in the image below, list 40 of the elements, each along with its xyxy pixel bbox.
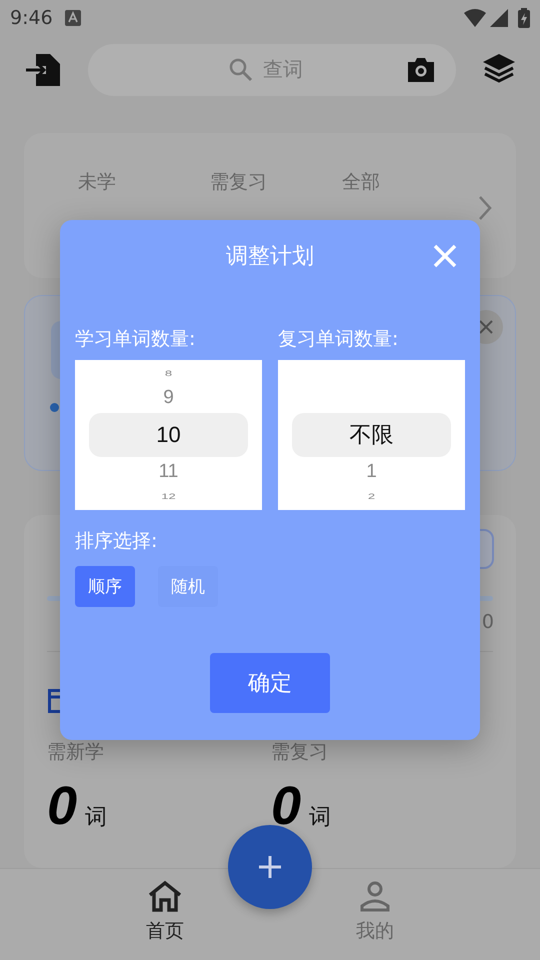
keyboard-icon bbox=[64, 10, 81, 26]
unit-label: 词 bbox=[85, 804, 108, 832]
battery-icon bbox=[518, 8, 530, 28]
status-time: 9:46 bbox=[10, 6, 53, 29]
search-placeholder: 查词 bbox=[263, 56, 303, 84]
file-import-icon[interactable] bbox=[26, 52, 62, 88]
dialog-title: 调整计划 bbox=[226, 243, 314, 271]
word-count: 0 bbox=[271, 775, 302, 838]
camera-icon[interactable] bbox=[406, 56, 436, 84]
person-icon bbox=[359, 880, 391, 912]
home-icon bbox=[147, 880, 183, 912]
wifi-icon bbox=[464, 8, 486, 27]
dot-icon bbox=[50, 402, 59, 412]
plus-icon bbox=[259, 856, 281, 878]
unit-label: 词 bbox=[309, 804, 332, 832]
order-label: 排序选择: bbox=[75, 529, 158, 554]
stat-label: 需新学 bbox=[47, 740, 105, 766]
nav-tab[interactable]: 首页 bbox=[115, 878, 215, 960]
order-option[interactable]: 随机 bbox=[158, 566, 218, 607]
stat-label: 未学 bbox=[78, 170, 117, 195]
picker-item[interactable]: 9 bbox=[163, 386, 174, 409]
word-count: 0 bbox=[47, 775, 78, 838]
picker-item[interactable]: 10 bbox=[89, 413, 248, 457]
total-count: 0 bbox=[482, 611, 494, 634]
picker-item[interactable]: 不限 bbox=[292, 413, 451, 457]
picker-item[interactable]: 1 bbox=[366, 461, 377, 484]
stat-label: 全部 bbox=[342, 170, 381, 195]
picker-item[interactable]: 11 bbox=[158, 461, 178, 484]
chevron-right-icon[interactable] bbox=[478, 194, 492, 221]
search-field[interactable]: 查词 bbox=[88, 44, 456, 96]
signal-icon bbox=[490, 8, 508, 27]
picker-label: 学习单词数量: bbox=[75, 327, 196, 352]
nav-tab[interactable]: 我的 bbox=[325, 878, 425, 960]
confirm-button[interactable]: 确定 bbox=[210, 653, 330, 713]
calendar-icon bbox=[48, 689, 60, 714]
picker-label: 复习单词数量: bbox=[278, 327, 400, 352]
stat-label: 需复习 bbox=[210, 170, 268, 195]
search-icon bbox=[229, 58, 253, 82]
order-option[interactable]: 顺序 bbox=[75, 566, 135, 607]
stat-label: 需复习 bbox=[271, 740, 329, 766]
